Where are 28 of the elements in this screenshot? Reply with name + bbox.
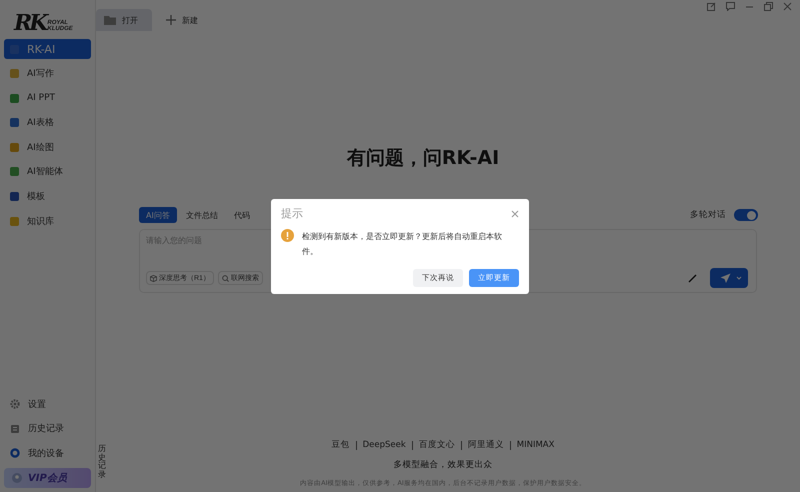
vip-button[interactable]: VIP会员 [4, 468, 91, 488]
model-name: 百度文心 [418, 439, 455, 451]
model-name: 阿里通义 [468, 439, 504, 451]
sidebar-item[interactable]: 设置 [4, 394, 91, 414]
slogan: 多模型融合，效果更出众 [394, 459, 492, 471]
dialog-message: 检测到有新版本，是否立即更新？更新后将自动重启本软件。 [302, 231, 503, 258]
mode-tab[interactable]: AI问答 [139, 207, 177, 223]
dialog-title: 提示 [281, 206, 303, 221]
sidebar-item[interactable]: 模板 [4, 186, 91, 207]
toggle-label: 多轮对话 [690, 209, 726, 221]
sidebar-item[interactable]: AI表格 [4, 112, 91, 133]
toolbar-tab[interactable]: 新建 [158, 9, 212, 31]
mode-tab[interactable]: 文件总结 [178, 207, 225, 223]
sidebar-item[interactable]: 知识库 [4, 211, 91, 232]
model-name: MINIMAX [516, 440, 554, 450]
sidebar-item[interactable]: 我的设备 [4, 443, 91, 464]
model-name: 豆包 [332, 439, 350, 451]
sidebar-item[interactable]: RK-AI [4, 39, 91, 59]
sidebar-item[interactable]: AI写作 [4, 64, 91, 84]
sidebar-item[interactable]: AI绘图 [4, 137, 91, 158]
toolbar-tab[interactable]: 打开 [96, 9, 152, 31]
headline: 有问题，问RK-AI [346, 146, 500, 171]
mode-tab[interactable]: 代码 [226, 207, 257, 223]
sidebar-item[interactable]: 历史记录 [4, 418, 91, 439]
sidebar-item[interactable]: AI PPT [4, 88, 91, 108]
history-tab[interactable]: 历史记录 [98, 444, 106, 480]
sidebar-item[interactable]: AI智能体 [4, 162, 91, 182]
model-name: DeepSeek [362, 440, 406, 450]
